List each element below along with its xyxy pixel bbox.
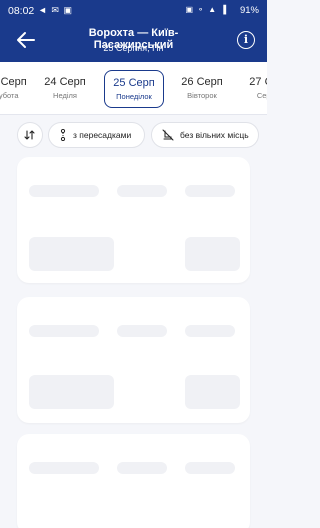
skeleton-block xyxy=(29,237,114,271)
back-button[interactable] xyxy=(14,28,38,52)
route-icon xyxy=(60,129,66,141)
info-icon: i xyxy=(243,33,249,46)
divider xyxy=(0,114,267,115)
weekday-label: Вівторок xyxy=(187,91,217,100)
train-card-skeleton xyxy=(17,157,250,283)
skeleton-block xyxy=(185,375,240,409)
skeleton-line xyxy=(29,462,99,474)
status-system-icons: ▣ ⚬ ▲ ▐ xyxy=(185,5,227,14)
train-card-skeleton xyxy=(17,434,250,528)
filter-no-free-seats[interactable]: без вільних місць xyxy=(151,122,259,148)
date-label: 27 Серп xyxy=(249,76,267,88)
date-label: 25 Серп xyxy=(113,77,155,89)
skeleton-line xyxy=(185,462,235,474)
weekday-label: Субота xyxy=(0,91,19,100)
top-app-bar: 08:02 ◄ ✉ ▣ ▣ ⚬ ▲ ▐ 91% Ворохта — Київ-П… xyxy=(0,0,267,62)
date-item[interactable]: 24 Серп Неділя xyxy=(35,70,95,108)
skeleton-line xyxy=(117,462,167,474)
sort-button[interactable] xyxy=(17,122,43,148)
filter-bar: з пересадками без вільних місць xyxy=(0,122,267,148)
date-selector: 23 Серп Субота 24 Серп Неділя 25 Серп По… xyxy=(0,62,267,114)
arrow-left-icon xyxy=(17,32,35,48)
filter-with-transfers[interactable]: з пересадками xyxy=(48,122,145,148)
status-time: 08:02 xyxy=(8,5,35,17)
date-item[interactable]: 26 Серп Вівторок xyxy=(172,70,232,108)
weekday-label: Середа xyxy=(256,91,267,100)
skeleton-line xyxy=(185,185,235,197)
skeleton-line xyxy=(29,325,99,337)
date-item-selected[interactable]: 25 Серп Понеділок xyxy=(104,70,164,108)
skeleton-block xyxy=(185,237,240,271)
info-button[interactable]: i xyxy=(237,31,255,49)
train-card-skeleton xyxy=(17,297,250,423)
date-label: 26 Серп xyxy=(181,76,223,88)
skeleton-line xyxy=(29,185,99,197)
status-bar: 08:02 ◄ ✉ ▣ ▣ ⚬ ▲ ▐ 91% xyxy=(0,0,267,22)
seat-off-icon xyxy=(162,129,174,141)
route-date-subtitle: 25 Серпня, Пн xyxy=(103,43,164,53)
weekday-label: Неділя xyxy=(53,91,77,100)
date-item[interactable]: 23 Серп Субота xyxy=(0,70,36,108)
skeleton-line xyxy=(117,325,167,337)
date-item[interactable]: 27 Серп Середа xyxy=(240,70,267,108)
skeleton-line xyxy=(117,185,167,197)
filter-label: без вільних місць xyxy=(180,130,249,140)
filter-label: з пересадками xyxy=(73,130,132,140)
weekday-label: Понеділок xyxy=(116,92,152,101)
date-label: 24 Серп xyxy=(44,76,86,88)
sort-icon xyxy=(24,130,35,140)
status-notification-icons: ◄ ✉ ▣ xyxy=(38,5,73,15)
skeleton-line xyxy=(185,325,235,337)
date-label: 23 Серп xyxy=(0,76,27,88)
battery-level: 91% xyxy=(239,5,259,16)
skeleton-block xyxy=(29,375,114,409)
